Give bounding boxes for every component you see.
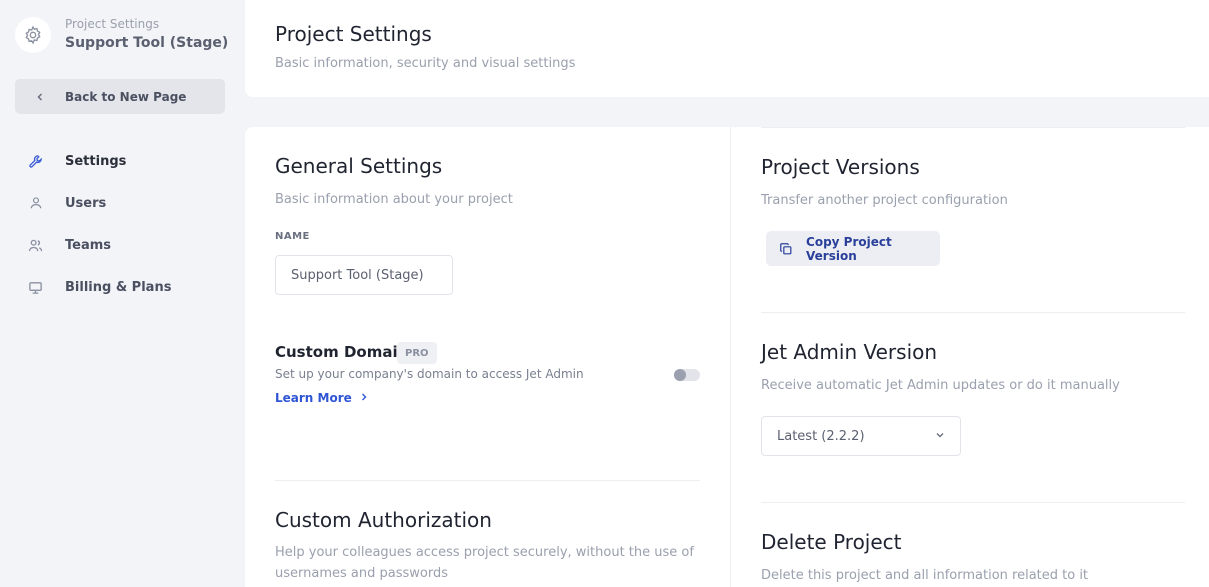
chevron-right-icon: [360, 392, 368, 405]
sidebar-item-teams[interactable]: Teams: [0, 224, 245, 266]
project-subtitle: Project Settings: [65, 17, 160, 31]
general-settings-subtitle: Basic information about your project: [275, 192, 513, 207]
billing-icon: [0, 280, 65, 295]
page-title: Project Settings: [275, 22, 432, 46]
project-header: Project Settings Support Tool (Stage): [15, 16, 228, 54]
top-divider: [761, 127, 1185, 128]
delete-project-subtitle: Delete this project and all information …: [761, 568, 1089, 583]
project-name-input[interactable]: [275, 255, 453, 295]
version-select-value: Latest (2.2.2): [777, 428, 865, 444]
version-select[interactable]: Latest (2.2.2): [761, 416, 961, 456]
sidebar-item-label: Teams: [65, 237, 112, 253]
back-button[interactable]: Back to New Page: [15, 79, 225, 114]
sidebar-nav: Settings Users Teams Billing & Plans: [0, 140, 245, 308]
copy-project-version-label: Copy Project Version: [806, 234, 892, 263]
sidebar-item-label: Settings: [65, 153, 127, 169]
project-versions-title: Project Versions: [761, 155, 920, 179]
gear-icon: [15, 17, 51, 53]
section-divider: [761, 312, 1185, 313]
page-header: Project Settings Basic information, secu…: [245, 0, 1209, 97]
chevron-left-icon: [15, 92, 65, 102]
sidebar-item-settings[interactable]: Settings: [0, 140, 245, 182]
jet-admin-version-title: Jet Admin Version: [761, 340, 938, 364]
learn-more-label: Learn More: [275, 391, 352, 405]
settings-card: General Settings Basic information about…: [245, 127, 1209, 587]
custom-domain-description: Set up your company's domain to access J…: [275, 367, 584, 381]
jet-admin-version-subtitle: Receive automatic Jet Admin updates or d…: [761, 378, 1120, 393]
sidebar-item-billing[interactable]: Billing & Plans: [0, 266, 245, 308]
back-button-label: Back to New Page: [65, 89, 187, 104]
section-divider: [761, 502, 1185, 503]
user-icon: [0, 196, 65, 210]
copy-project-version-button[interactable]: Copy Project Version: [766, 231, 940, 266]
team-icon: [0, 238, 65, 253]
sidebar-item-users[interactable]: Users: [0, 182, 245, 224]
custom-authorization-title: Custom Authorization: [275, 508, 492, 532]
delete-project-title: Delete Project: [761, 530, 902, 554]
name-field-label: NAME: [275, 231, 310, 242]
toggle-knob: [674, 369, 686, 381]
custom-domain-title: Custom Domain: [275, 343, 409, 361]
copy-icon: [766, 242, 806, 256]
custom-authorization-subtitle: Help your colleagues access project secu…: [275, 545, 694, 581]
learn-more-link[interactable]: Learn More: [275, 391, 368, 405]
sidebar-item-label: Billing & Plans: [65, 279, 172, 295]
wrench-icon: [0, 154, 65, 169]
project-name: Support Tool (Stage): [65, 35, 229, 51]
sidebar: Project Settings Support Tool (Stage) Ba…: [0, 0, 245, 587]
page-subtitle: Basic information, security and visual s…: [275, 56, 576, 71]
section-divider: [275, 480, 700, 481]
project-versions-subtitle: Transfer another project configuration: [761, 193, 1008, 208]
general-settings-title: General Settings: [275, 154, 443, 178]
custom-domain-toggle[interactable]: [674, 369, 700, 381]
pro-badge: PRO: [397, 342, 437, 364]
chevron-down-icon: [935, 429, 945, 444]
column-divider: [730, 127, 731, 587]
sidebar-item-label: Users: [65, 195, 107, 211]
